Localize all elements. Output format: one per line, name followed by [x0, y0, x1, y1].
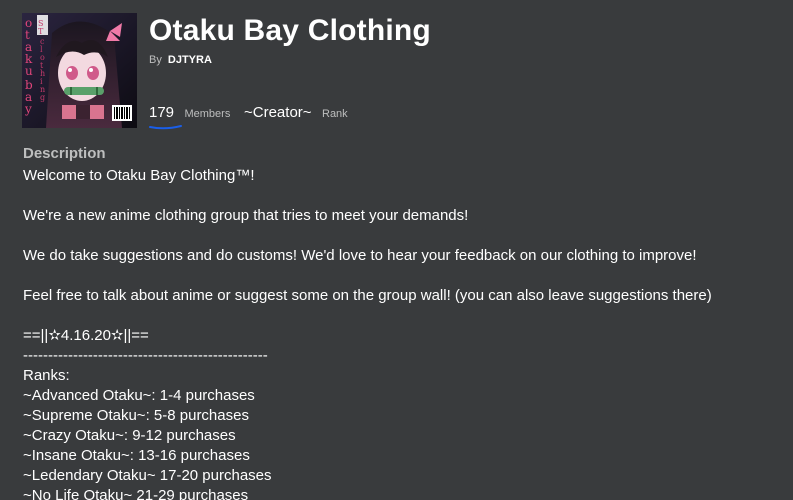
description-line: [23, 266, 793, 286]
group-page: o t a k u b a y S T c l o t h i n g Otak…: [0, 0, 793, 500]
group-title: Otaku Bay Clothing: [149, 14, 431, 47]
description-line: ~Crazy Otaku~: 9-12 purchases: [23, 427, 236, 444]
members-label: Members: [184, 108, 231, 120]
members-count: 179: [149, 104, 175, 121]
description-line: We do take suggestions and do customs! W…: [23, 247, 697, 264]
rank-label: Rank: [322, 108, 348, 120]
description-heading: Description: [23, 145, 106, 162]
group-emblem-art: o t a k u b a y S T c l o t h i n g: [22, 13, 137, 128]
group-owner-line: By DJTYRA: [149, 54, 212, 66]
description-line: [23, 186, 793, 206]
by-label: By: [149, 54, 162, 66]
description-line: ----------------------------------------…: [23, 347, 268, 364]
members-underline: [149, 125, 182, 130]
description-line: Ranks:: [23, 367, 70, 384]
description-line: We're a new anime clothing group that tr…: [23, 207, 469, 224]
description-line: Feel free to talk about anime or suggest…: [23, 287, 712, 304]
group-header: o t a k u b a y S T c l o t h i n g Otak…: [0, 0, 793, 135]
description-line: ~Ledendary Otaku~ 17-20 purchases: [23, 467, 272, 484]
group-emblem: o t a k u b a y S T c l o t h i n g: [22, 13, 137, 128]
description-line: ~Insane Otaku~: 13-16 purchases: [23, 447, 250, 464]
description-body: Welcome to Otaku Bay Clothing™! We're a …: [23, 166, 793, 500]
description-line: ~Advanced Otaku~: 1-4 purchases: [23, 387, 255, 404]
rank-stat: ~Creator~ Rank: [244, 104, 348, 122]
barcode-graphic: [112, 105, 132, 121]
description-line: ~No Life Otaku~ 21-29 purchases: [23, 487, 249, 500]
description-line: ~Supreme Otaku~: 5-8 purchases: [23, 407, 249, 424]
members-stat[interactable]: 179 Members: [149, 104, 231, 130]
description-line: ==||✫4.16.20✫||==: [23, 327, 149, 344]
description-line: [23, 306, 793, 326]
rank-value: ~Creator~: [244, 104, 312, 121]
owner-link[interactable]: DJTYRA: [168, 54, 212, 66]
description-line: [23, 226, 793, 246]
description-line: Welcome to Otaku Bay Clothing™!: [23, 167, 255, 184]
